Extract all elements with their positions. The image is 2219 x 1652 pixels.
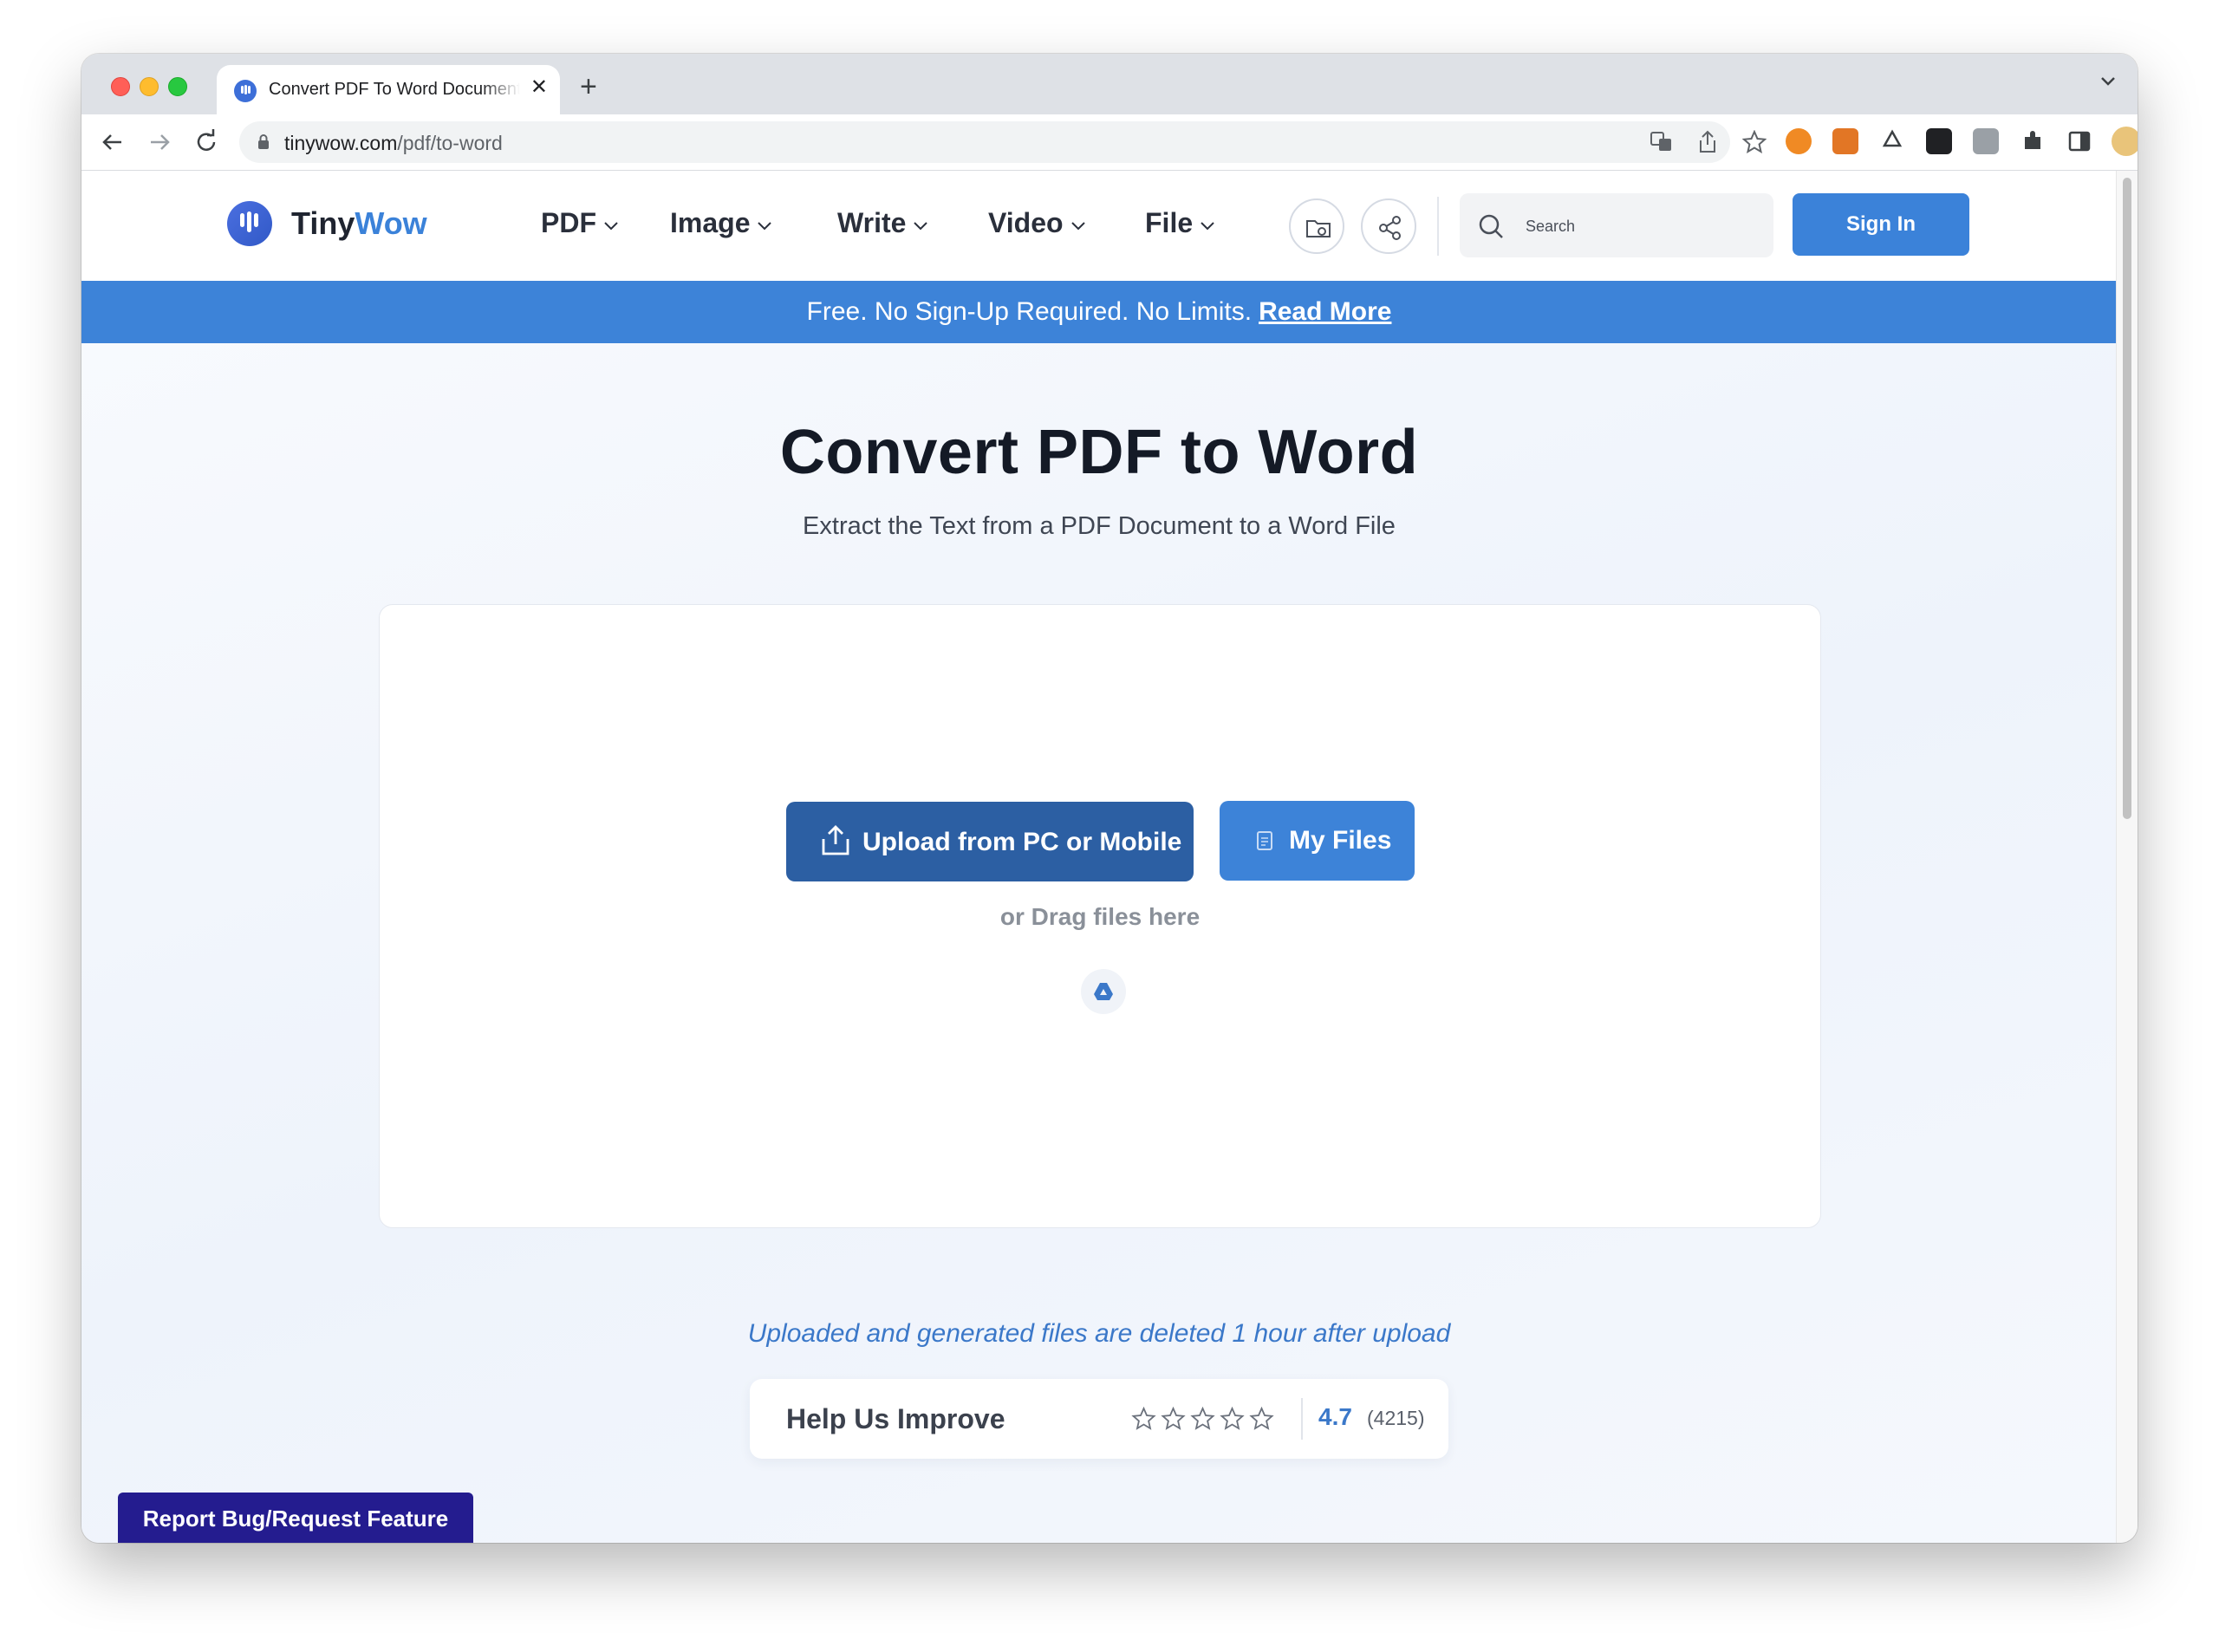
metamask-fox-icon[interactable] (1832, 128, 1858, 154)
star-icon[interactable] (1190, 1407, 1215, 1431)
browser-window: Convert PDF To Word Document ✕ + tinywow… (81, 54, 2138, 1543)
nav-write[interactable]: Write (837, 207, 928, 239)
star-icon[interactable] (1131, 1407, 1156, 1431)
my-files-button[interactable]: My Files (1220, 801, 1415, 881)
chevron-down-icon (1201, 221, 1214, 230)
tinywow-logo-icon[interactable] (227, 201, 272, 246)
extension-orange-icon[interactable] (1786, 128, 1812, 154)
page-content: TinyWow PDF Image Write Video File Sign … (81, 171, 2117, 1543)
maximize-window-button[interactable] (168, 77, 187, 96)
header-divider (1437, 197, 1439, 256)
share-page-icon[interactable] (1697, 130, 1718, 154)
chevron-down-icon (1070, 221, 1085, 230)
rating-title: Help Us Improve (786, 1403, 1005, 1434)
tab-search-chevron-icon[interactable] (2099, 75, 2117, 91)
browser-toolbar: tinywow.com/pdf/to-word (81, 114, 2138, 171)
reload-icon[interactable] (192, 128, 220, 156)
extensions-puzzle-icon[interactable] (2020, 128, 2046, 154)
address-bar[interactable]: tinywow.com/pdf/to-word (239, 121, 1767, 163)
star-icon[interactable] (1249, 1407, 1274, 1431)
search-input[interactable] (1524, 211, 1753, 242)
profile-avatar[interactable] (2112, 127, 2138, 156)
drag-hint: or Drag files here (999, 903, 1201, 930)
tab-strip: Convert PDF To Word Document ✕ + (81, 54, 2138, 114)
search-box[interactable] (1460, 193, 1773, 257)
document-icon (1257, 831, 1272, 850)
nav-pdf[interactable]: PDF (541, 207, 619, 239)
upload-icon (822, 825, 849, 855)
star-icon[interactable] (1220, 1407, 1245, 1431)
tab-title: Convert PDF To Word Document (269, 80, 520, 99)
minimize-window-button[interactable] (140, 77, 159, 96)
google-drive-icon (1094, 983, 1113, 1000)
chevron-down-icon (758, 221, 772, 230)
my-files-label: My Files (1289, 826, 1392, 855)
tinywow-favicon-icon (234, 80, 257, 102)
back-arrow-icon[interactable] (99, 128, 127, 156)
rating-score: 4.7 (1318, 1403, 1352, 1430)
scrollbar-thumb[interactable] (2123, 178, 2131, 819)
deletion-notice: Uploaded and generated files are deleted… (747, 1319, 1451, 1348)
share-icon (1379, 216, 1401, 240)
rating-card: Help Us Improve 4.7 (4215) (750, 1379, 1448, 1459)
translate-icon[interactable] (1650, 132, 1673, 153)
promo-banner: Free. No Sign-Up Required. No Limits. Rea… (81, 281, 2117, 343)
chevron-down-icon (914, 221, 928, 230)
page-title: Convert PDF to Word (779, 418, 1419, 487)
banner-text: Free. No Sign-Up Required. No Limits. (806, 297, 1253, 326)
star-icon[interactable] (1161, 1407, 1186, 1431)
star-rating[interactable] (1131, 1407, 1279, 1435)
lock-icon (258, 134, 269, 149)
nav-video[interactable]: Video (988, 207, 1086, 239)
url-text: tinywow.com/pdf/to-word (284, 132, 503, 154)
nav-image[interactable]: Image (670, 207, 772, 239)
new-tab-button[interactable]: + (580, 71, 597, 102)
report-bug-button[interactable]: Report Bug/Request Feature (118, 1493, 473, 1543)
chevron-down-icon (604, 221, 618, 230)
rating-divider (1301, 1398, 1303, 1440)
my-files-folder-button[interactable] (1289, 198, 1344, 254)
site-logo-text[interactable]: TinyWow (291, 205, 427, 242)
upload-button-label: Upload from PC or Mobile (862, 828, 1182, 856)
bookmark-star-icon[interactable] (1742, 130, 1767, 154)
close-window-button[interactable] (111, 77, 130, 96)
copy-extension-icon[interactable] (1973, 128, 1999, 154)
side-panel-icon[interactable] (2066, 128, 2092, 154)
site-header: TinyWow PDF Image Write Video File Sign … (81, 171, 2117, 281)
page-subtitle: Extract the Text from a PDF Document to … (803, 512, 1396, 540)
page-scrollbar[interactable] (2116, 171, 2138, 1543)
folder-icon (1306, 220, 1331, 237)
recycle-extension-icon[interactable] (1879, 128, 1905, 154)
tab-close-icon[interactable]: ✕ (530, 76, 548, 99)
read-more-link[interactable]: Read More (1259, 297, 1391, 326)
password-manager-icon[interactable] (1926, 128, 1952, 154)
sign-in-button[interactable]: Sign In (1793, 193, 1969, 256)
google-drive-button[interactable] (1081, 969, 1126, 1014)
browser-tab[interactable]: Convert PDF To Word Document ✕ (217, 65, 560, 114)
rating-count: (4215) (1367, 1407, 1425, 1429)
share-site-button[interactable] (1361, 198, 1416, 254)
upload-button[interactable]: Upload from PC or Mobile (786, 802, 1194, 881)
forward-arrow-icon[interactable] (146, 128, 173, 156)
search-icon (1479, 214, 1503, 238)
nav-file[interactable]: File (1145, 207, 1215, 239)
file-dropzone[interactable]: Upload from PC or Mobile My Files or Dra… (379, 604, 1821, 1228)
